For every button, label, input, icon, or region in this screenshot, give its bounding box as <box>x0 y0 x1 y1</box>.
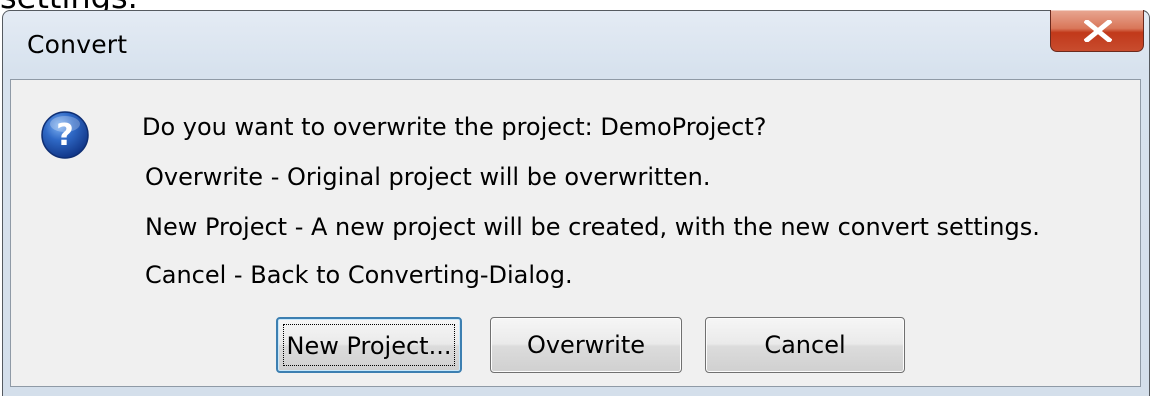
detail-cancel: Cancel - Back to Converting-Dialog. <box>145 261 573 289</box>
dialog-content: ? Do you want to overwrite the project: … <box>10 79 1141 387</box>
dialog-message: Do you want to overwrite the project: De… <box>142 113 767 141</box>
convert-dialog: Convert ? Do you want to overwrite the p… <box>2 10 1150 396</box>
close-icon <box>1084 20 1112 42</box>
window-title: Convert <box>27 30 128 59</box>
detail-new-project: New Project - A new project will be crea… <box>145 213 1040 241</box>
question-icon: ? <box>41 111 89 159</box>
close-button[interactable] <box>1050 10 1144 52</box>
cancel-label: Cancel <box>764 331 846 359</box>
cancel-button[interactable]: Cancel <box>705 317 905 373</box>
overwrite-label: Overwrite <box>526 331 646 359</box>
svg-text:?: ? <box>56 118 73 153</box>
new-project-button[interactable]: New Project... <box>276 317 462 373</box>
overwrite-button[interactable]: Overwrite <box>490 317 682 373</box>
new-project-label: New Project... <box>286 332 452 360</box>
detail-overwrite: Overwrite - Original project will be ove… <box>145 163 711 191</box>
